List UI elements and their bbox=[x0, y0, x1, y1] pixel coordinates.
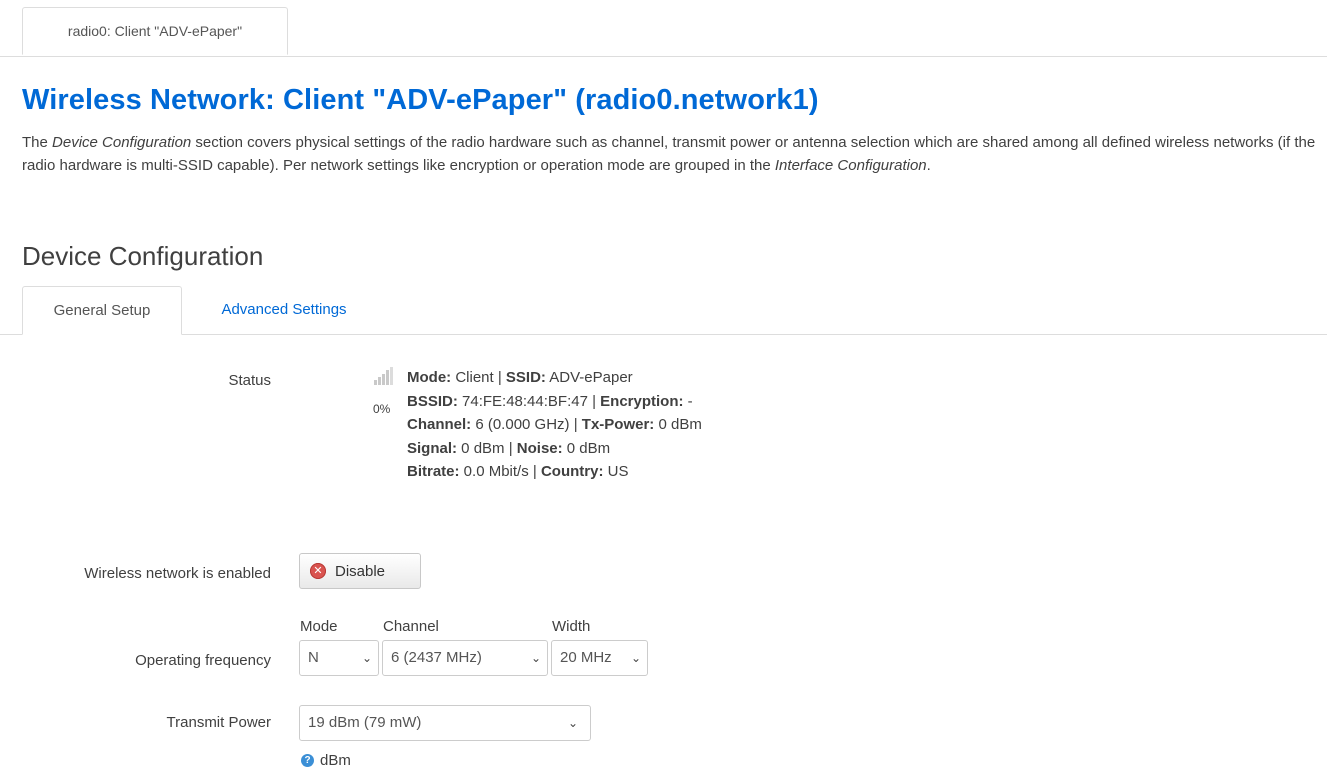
description-device-config: Device Configuration bbox=[52, 134, 192, 151]
bitrate-key: Bitrate: bbox=[407, 463, 460, 480]
section-title: Device Configuration bbox=[22, 241, 264, 271]
transmit-power-value: 19 dBm (79 mW) bbox=[308, 714, 422, 731]
mode-value: Client | bbox=[451, 369, 506, 386]
description-text: section covers physical settings of the … bbox=[22, 134, 1316, 174]
chevron-down-icon: ⌄ bbox=[530, 651, 541, 665]
chevron-down-icon: ⌄ bbox=[630, 651, 641, 665]
transmit-power-label: Transmit Power bbox=[166, 714, 271, 731]
ssid-key: SSID: bbox=[505, 369, 546, 386]
signal-value: 0 dBm | bbox=[457, 439, 517, 457]
wireless-enabled-label: Wireless network is enabled bbox=[84, 565, 271, 582]
signal-bars-icon bbox=[374, 367, 393, 385]
channel-key: Channel: bbox=[407, 416, 472, 433]
width-label: Width bbox=[552, 618, 591, 635]
top-tab-bar: radio0: Client "ADV-ePaper" bbox=[0, 0, 1327, 57]
page-title: Wireless Network: Client "ADV-ePaper" (r… bbox=[22, 84, 819, 116]
noise-value: 0 dBm bbox=[562, 439, 611, 457]
help-icon[interactable]: ? bbox=[301, 754, 314, 767]
disable-button-label: Disable bbox=[335, 562, 386, 580]
tab-general-setup[interactable]: General Setup bbox=[22, 286, 182, 335]
page-description: The Device Configuration section covers … bbox=[22, 131, 1322, 177]
tab-radio0-client[interactable]: radio0: Client "ADV-ePaper" bbox=[22, 7, 288, 55]
transmit-power-help: ? dBm bbox=[301, 752, 351, 769]
mode-label: Mode bbox=[300, 618, 338, 635]
status-details: Mode: Client | SSID: ADV-ePaper BSSID: 7… bbox=[407, 366, 702, 484]
width-select[interactable]: 20 MHz ⌄ bbox=[551, 640, 648, 676]
chevron-down-icon: ⌄ bbox=[567, 716, 578, 730]
mode-select[interactable]: N ⌄ bbox=[299, 640, 379, 676]
chevron-down-icon: ⌄ bbox=[361, 651, 372, 665]
operating-frequency-label: Operating frequency bbox=[135, 652, 271, 669]
ssid-value: ADV-ePaper bbox=[545, 369, 633, 386]
transmit-power-select[interactable]: 19 dBm (79 mW) ⌄ bbox=[299, 705, 591, 741]
bitrate-value: 0.0 Mbit/s | bbox=[459, 463, 541, 480]
txpower-key: Tx-Power: bbox=[581, 416, 655, 433]
description-text: The bbox=[22, 134, 53, 151]
country-value: US bbox=[603, 463, 629, 480]
description-text: . bbox=[926, 157, 931, 174]
status-line-bitrate: Bitrate: 0.0 Mbit/s | Country: US bbox=[407, 460, 702, 484]
bssid-value: 74:FE:48:44:BF:47 | bbox=[457, 392, 601, 410]
config-tab-bar: General Setup Advanced Settings bbox=[0, 286, 1327, 335]
signal-key: Signal: bbox=[407, 439, 458, 457]
tab-advanced-settings[interactable]: Advanced Settings bbox=[196, 286, 372, 335]
status-line-mode: Mode: Client | SSID: ADV-ePaper bbox=[407, 366, 702, 390]
mode-key: Mode: bbox=[407, 369, 452, 386]
country-key: Country: bbox=[540, 463, 604, 480]
channel-value: 6 (0.000 GHz) | bbox=[471, 416, 582, 433]
bssid-key: BSSID: bbox=[407, 392, 458, 410]
status-label: Status bbox=[228, 372, 271, 389]
status-line-bssid: BSSID: 74:FE:48:44:BF:47 | Encryption: - bbox=[407, 390, 702, 414]
description-interface-config: Interface Configuration bbox=[774, 157, 927, 174]
mode-select-value: N bbox=[308, 649, 319, 666]
txpower-value: 0 dBm bbox=[654, 416, 702, 433]
disable-button[interactable]: ✕ Disable bbox=[299, 553, 421, 589]
status-line-channel: Channel: 6 (0.000 GHz) | Tx-Power: 0 dBm bbox=[407, 413, 702, 437]
close-circle-icon: ✕ bbox=[310, 563, 326, 579]
channel-select-value: 6 (2437 MHz) bbox=[391, 649, 482, 666]
encryption-key: Encryption: bbox=[600, 392, 684, 410]
channel-select[interactable]: 6 (2437 MHz) ⌄ bbox=[382, 640, 548, 676]
channel-label: Channel bbox=[383, 618, 439, 635]
width-select-value: 20 MHz bbox=[560, 649, 612, 666]
status-line-signal: Signal: 0 dBm | Noise: 0 dBm bbox=[407, 437, 702, 461]
transmit-power-help-text: dBm bbox=[320, 752, 351, 769]
signal-percent: 0% bbox=[373, 402, 391, 416]
page: radio0: Client "ADV-ePaper" Wireless Net… bbox=[0, 0, 1334, 775]
encryption-value: - bbox=[683, 392, 693, 410]
noise-key: Noise: bbox=[516, 439, 563, 457]
